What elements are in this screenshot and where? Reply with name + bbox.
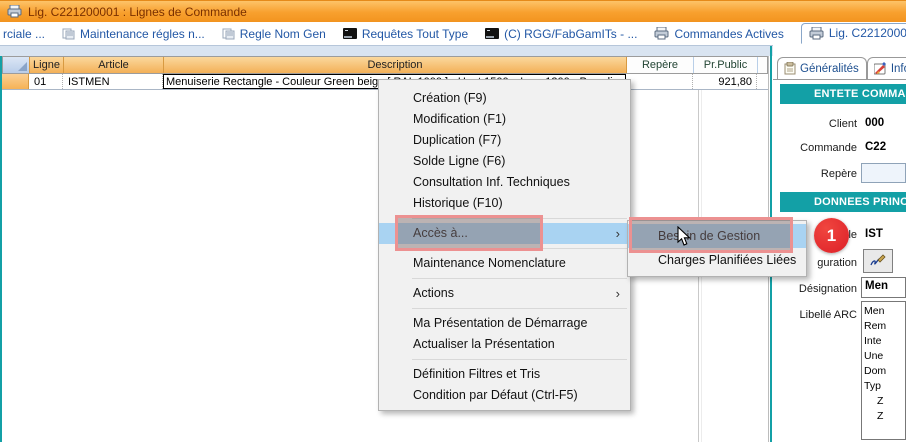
arc-line: Z <box>864 394 905 409</box>
annotation-step-badge: 1 <box>814 218 849 253</box>
tab-label: Regle Nom Gen <box>240 27 326 41</box>
menu-item-actions[interactable]: Actions › <box>379 283 630 304</box>
arc-line: Inte <box>864 334 905 349</box>
menu-item-ma-presentation[interactable]: Ma Présentation de Démarrage <box>379 313 630 334</box>
document-tabbar: rciale ... Maintenance régles n... Regle… <box>0 22 906 45</box>
column-header-ligne[interactable]: Ligne <box>30 57 64 73</box>
console-icon <box>343 28 357 39</box>
printer-icon <box>654 27 669 40</box>
menu-item-label: Actions <box>413 286 454 300</box>
window-titlebar[interactable]: Lig. C221200001 : Lignes de Commande <box>0 0 906 22</box>
signature-icon <box>870 254 886 268</box>
panel-tabbar: Généralités Info <box>777 52 906 79</box>
annotation-highlight-acces-a <box>395 215 543 251</box>
arc-line: Z <box>864 409 905 424</box>
client-label: Client <box>773 118 857 130</box>
window-left-border <box>0 56 2 442</box>
tab-label: (C) RGG/FabGamITs - ... <box>504 27 637 41</box>
menu-item-historique[interactable]: Historique (F10) <box>379 193 630 214</box>
chevron-right-icon: › <box>616 223 620 244</box>
menu-separator <box>412 278 627 279</box>
app-window: Lig. C221200001 : Lignes de Commande rci… <box>0 0 906 442</box>
tab-label: Lig. C221200001 : Lign... <box>829 26 906 40</box>
chevron-right-icon: › <box>616 283 620 304</box>
menu-separator <box>412 308 627 309</box>
designation-value[interactable]: Men <box>861 277 906 298</box>
grid-header-row: Ligne Article Description Repère Pr.Publ… <box>2 56 768 74</box>
console-icon <box>485 28 499 39</box>
column-header-repere[interactable]: Repère <box>627 57 694 73</box>
cell-article[interactable]: ISTMEN <box>63 74 163 89</box>
cell-repere[interactable] <box>626 74 693 89</box>
panel-tab-label: Généralités <box>800 63 859 75</box>
cell-ligne[interactable]: 01 <box>29 74 63 89</box>
client-value: 000 <box>865 117 884 129</box>
column-header-article[interactable]: Article <box>64 57 164 73</box>
menu-separator <box>412 359 627 360</box>
menu-item-consultation-inf-techniques[interactable]: Consultation Inf. Techniques <box>379 172 630 193</box>
section-header-donnees-principales: DONNEES PRINC <box>780 192 906 212</box>
list-icon <box>62 28 75 40</box>
tab-label: rciale ... <box>3 27 45 41</box>
repere-input[interactable] <box>861 163 906 183</box>
tab-label: Requêtes Tout Type <box>362 27 468 41</box>
panel-tab-label: Info <box>891 63 906 75</box>
panel-tab-generalites[interactable]: Généralités <box>777 57 867 79</box>
tab-maintenance-regles[interactable]: Maintenance régles n... <box>62 27 205 41</box>
libelle-arc-textarea[interactable]: Men Rem Inte Une Dom Typ Z Z <box>861 301 906 440</box>
libelle-arc-label: Libellé ARC <box>773 309 857 321</box>
menu-item-modification[interactable]: Modification (F1) <box>379 109 630 130</box>
repere-label: Repère <box>773 168 857 180</box>
list-icon <box>222 28 235 40</box>
column-header-pr-public[interactable]: Pr.Public <box>694 57 758 73</box>
menu-item-definition-filtres[interactable]: Définition Filtres et Tris <box>379 364 630 385</box>
palette-icon <box>874 62 887 75</box>
tab-commerciale[interactable]: rciale ... <box>3 27 45 41</box>
tab-label: Commandes Actives <box>674 27 783 41</box>
arc-line: Une <box>864 349 905 364</box>
window-title: Lig. C221200001 : Lignes de Commande <box>28 5 247 19</box>
menu-item-condition-par-defaut[interactable]: Condition par Défaut (Ctrl-F5) <box>379 385 630 406</box>
menu-item-solde-ligne[interactable]: Solde Ligne (F6) <box>379 151 630 172</box>
row-selector-cell[interactable] <box>2 74 29 89</box>
tab-lignes-de-commande-active[interactable]: Lig. C221200001 : Lign... <box>801 23 906 44</box>
menu-item-actualiser-presentation[interactable]: Actualiser la Présentation <box>379 334 630 355</box>
panel-tab-info[interactable]: Info <box>867 57 906 79</box>
column-header-stub <box>758 57 767 73</box>
arc-line: Typ <box>864 379 905 394</box>
tab-requetes-tout-type[interactable]: Requêtes Tout Type <box>343 27 468 41</box>
panel-tab-divider <box>773 79 906 80</box>
cell-stub <box>757 74 766 89</box>
menu-item-creation[interactable]: Création (F9) <box>379 88 630 109</box>
note-icon <box>784 62 796 75</box>
menu-item-maintenance-nomenclature[interactable]: Maintenance Nomenclature <box>379 253 630 274</box>
commande-value: C22 <box>865 141 886 153</box>
tab-regle-nom-gen[interactable]: Regle Nom Gen <box>222 27 326 41</box>
tab-label: Maintenance régles n... <box>80 27 205 41</box>
designation-label: Désignation <box>773 283 857 295</box>
column-header-description[interactable]: Description <box>164 57 627 73</box>
printer-icon <box>809 27 824 40</box>
annotation-highlight-besoin-de-gestion <box>629 217 793 253</box>
cell-pr-public[interactable]: 921,80 <box>693 74 757 89</box>
arc-line: Dom <box>864 364 905 379</box>
tab-rgg-fabgamits[interactable]: (C) RGG/FabGamITs - ... <box>485 27 637 41</box>
section-header-entete-commande: ENTETE COMMAN <box>780 84 906 104</box>
commande-label: Commande <box>773 142 857 154</box>
menu-item-duplication[interactable]: Duplication (F7) <box>379 130 630 151</box>
article-value: IST <box>865 228 883 240</box>
grid-corner-cell[interactable] <box>3 57 30 73</box>
tab-commandes-actives[interactable]: Commandes Actives <box>654 27 783 41</box>
printer-icon <box>7 5 22 18</box>
configuration-button[interactable] <box>863 249 893 273</box>
mouse-cursor-icon <box>677 226 692 247</box>
arc-line: Rem <box>864 319 905 334</box>
arc-line: Men <box>864 304 905 319</box>
